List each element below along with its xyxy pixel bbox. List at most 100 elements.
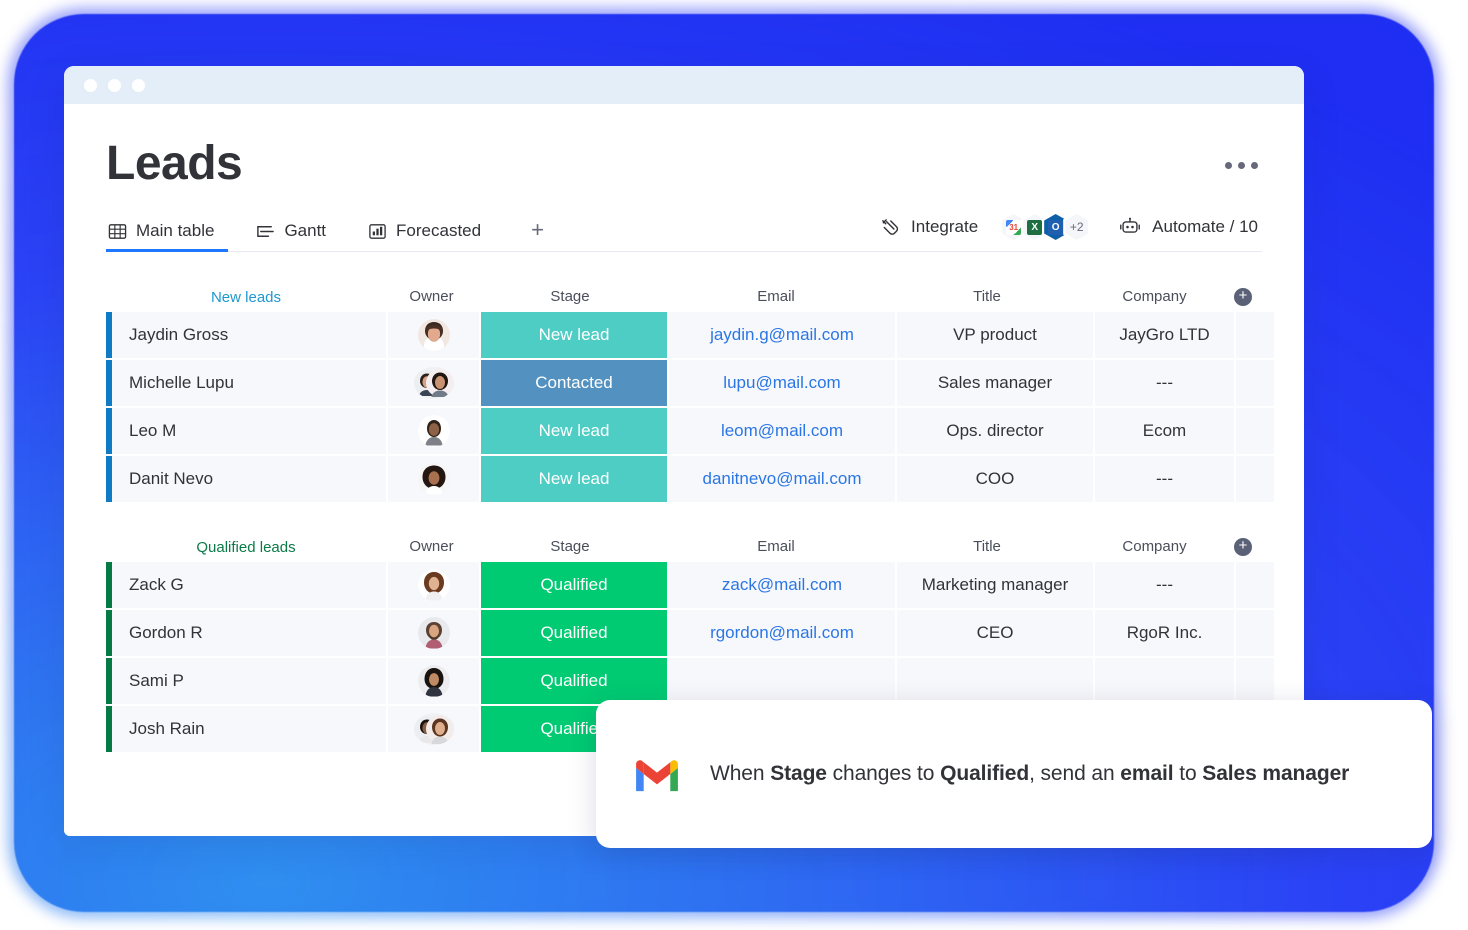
add-column-button[interactable]: + [1234, 288, 1252, 306]
column-header-email[interactable]: Email [663, 288, 889, 312]
table-icon [108, 223, 127, 239]
cell-stage[interactable]: New lead [481, 408, 667, 454]
cell-email[interactable] [669, 658, 895, 704]
cell-title[interactable] [897, 658, 1093, 704]
integrate-button[interactable]: Integrate [876, 215, 982, 240]
gmail-icon [636, 760, 678, 792]
cell-owner[interactable] [388, 408, 479, 454]
cell-title[interactable]: Sales manager [897, 360, 1093, 406]
recipe-part-bold: Qualified [940, 762, 1030, 785]
window-close-dot[interactable] [84, 78, 97, 92]
excel-icon: X [1027, 219, 1043, 235]
automation-recipe-card[interactable]: When Stage changes to Qualified, send an… [596, 700, 1432, 848]
cell-email[interactable]: lupu@mail.com [669, 360, 895, 406]
cell-name[interactable]: Zack G [112, 562, 386, 608]
group-header-row: New leads Owner Stage Email Title Compan… [106, 278, 1262, 312]
cell-owner[interactable] [388, 658, 479, 704]
integration-badges[interactable]: X O +2 [1000, 212, 1091, 242]
page-header: Leads [106, 104, 1262, 188]
more-integrations-label: +2 [1069, 220, 1084, 234]
cell-stage[interactable]: Contacted [481, 360, 667, 406]
cell-company[interactable]: --- [1095, 456, 1234, 502]
avatar [417, 617, 450, 649]
group-header-row: Qualified leads Owner Stage Email Title … [106, 528, 1262, 562]
cell-email[interactable]: leom@mail.com [669, 408, 895, 454]
column-header-company[interactable]: Company [1085, 538, 1224, 562]
cell-email[interactable]: zack@mail.com [669, 562, 895, 608]
tab-label: Gantt [284, 221, 327, 240]
cell-title[interactable]: COO [897, 456, 1093, 502]
column-header-owner[interactable]: Owner [386, 288, 477, 312]
automate-button[interactable]: Automate / 10 [1114, 215, 1262, 240]
cell-stage[interactable]: New lead [481, 456, 667, 502]
cell-company[interactable]: RgoR Inc. [1095, 610, 1234, 656]
column-header-owner[interactable]: Owner [386, 538, 477, 562]
add-column-cell: + [1224, 288, 1262, 312]
avatar [417, 665, 450, 697]
board-tools: Integrate X [876, 212, 1262, 251]
tab-main-table[interactable]: Main table [106, 221, 229, 252]
cell-email[interactable]: jaydin.g@mail.com [669, 312, 895, 358]
column-header-title[interactable]: Title [889, 288, 1085, 312]
add-column-button[interactable]: + [1234, 538, 1252, 556]
table-row[interactable]: Zack G Qualified zack@mail.com Marketing… [106, 562, 1274, 608]
cell-name[interactable]: Michelle Lupu [112, 360, 386, 406]
cell-title[interactable]: CEO [897, 610, 1093, 656]
cell-title[interactable]: Marketing manager [897, 562, 1093, 608]
kebab-dot-icon [1251, 162, 1258, 169]
group-grid: New leads Owner Stage Email Title Compan… [106, 278, 1274, 502]
cell-owner[interactable] [388, 562, 479, 608]
recipe-part-bold: email [1120, 762, 1174, 785]
table-row[interactable]: Danit Nevo New lead danitnevo@mail.com C… [106, 456, 1274, 502]
board-overflow-menu-button[interactable] [1221, 152, 1262, 179]
cell-email[interactable]: rgordon@mail.com [669, 610, 895, 656]
cell-name[interactable]: Gordon R [112, 610, 386, 656]
tab-gantt[interactable]: Gantt [254, 221, 340, 251]
group-title[interactable]: New leads [106, 290, 386, 312]
cell-empty [1236, 562, 1274, 608]
cell-name[interactable]: Sami P [112, 658, 386, 704]
cell-company[interactable] [1095, 658, 1234, 704]
integration-badge-more[interactable]: +2 [1063, 212, 1091, 242]
cell-company[interactable]: --- [1095, 360, 1234, 406]
cell-company[interactable]: --- [1095, 562, 1234, 608]
add-view-button[interactable]: + [521, 219, 554, 251]
cell-owner[interactable] [388, 456, 479, 502]
view-tabs-bar: Main table Gantt Forecasted + Integrate … [106, 212, 1262, 252]
tab-label: Main table [136, 221, 215, 240]
table-row[interactable]: Jaydin Gross New lead jaydin.g@mail.com … [106, 312, 1274, 358]
recipe-part-bold: Stage [770, 762, 827, 785]
cell-company[interactable]: Ecom [1095, 408, 1234, 454]
cell-owner[interactable] [388, 610, 479, 656]
cell-name[interactable]: Leo M [112, 408, 386, 454]
cell-stage[interactable]: Qualified [481, 658, 667, 704]
group-title[interactable]: Qualified leads [106, 540, 386, 562]
cell-title[interactable]: Ops. director [897, 408, 1093, 454]
cell-owner[interactable] [388, 360, 479, 406]
column-header-title[interactable]: Title [889, 538, 1085, 562]
column-header-stage[interactable]: Stage [477, 538, 663, 562]
table-row[interactable]: Michelle Lupu Contacted lupu@mail.com Sa… [106, 360, 1274, 406]
cell-name[interactable]: Jaydin Gross [112, 312, 386, 358]
cell-name[interactable]: Josh Rain [112, 706, 386, 752]
column-header-email[interactable]: Email [663, 538, 889, 562]
page-title: Leads [106, 137, 243, 190]
cell-company[interactable]: JayGro LTD [1095, 312, 1234, 358]
window-minimize-dot[interactable] [108, 78, 121, 92]
tab-forecasted[interactable]: Forecasted [366, 221, 495, 251]
cell-title[interactable]: VP product [897, 312, 1093, 358]
screenshot-root: Leads Main table Gantt Forecasted + Inte… [0, 0, 1468, 930]
cell-stage[interactable]: Qualified [481, 610, 667, 656]
table-row[interactable]: Sami P Qualified [106, 658, 1274, 704]
cell-owner[interactable] [388, 706, 479, 752]
cell-name[interactable]: Danit Nevo [112, 456, 386, 502]
column-header-stage[interactable]: Stage [477, 288, 663, 312]
window-maximize-dot[interactable] [132, 78, 145, 92]
table-row[interactable]: Gordon R Qualified rgordon@mail.com CEO … [106, 610, 1274, 656]
cell-owner[interactable] [388, 312, 479, 358]
table-row[interactable]: Leo M New lead leom@mail.com Ops. direct… [106, 408, 1274, 454]
cell-stage[interactable]: Qualified [481, 562, 667, 608]
cell-email[interactable]: danitnevo@mail.com [669, 456, 895, 502]
cell-stage[interactable]: New lead [481, 312, 667, 358]
column-header-company[interactable]: Company [1085, 288, 1224, 312]
